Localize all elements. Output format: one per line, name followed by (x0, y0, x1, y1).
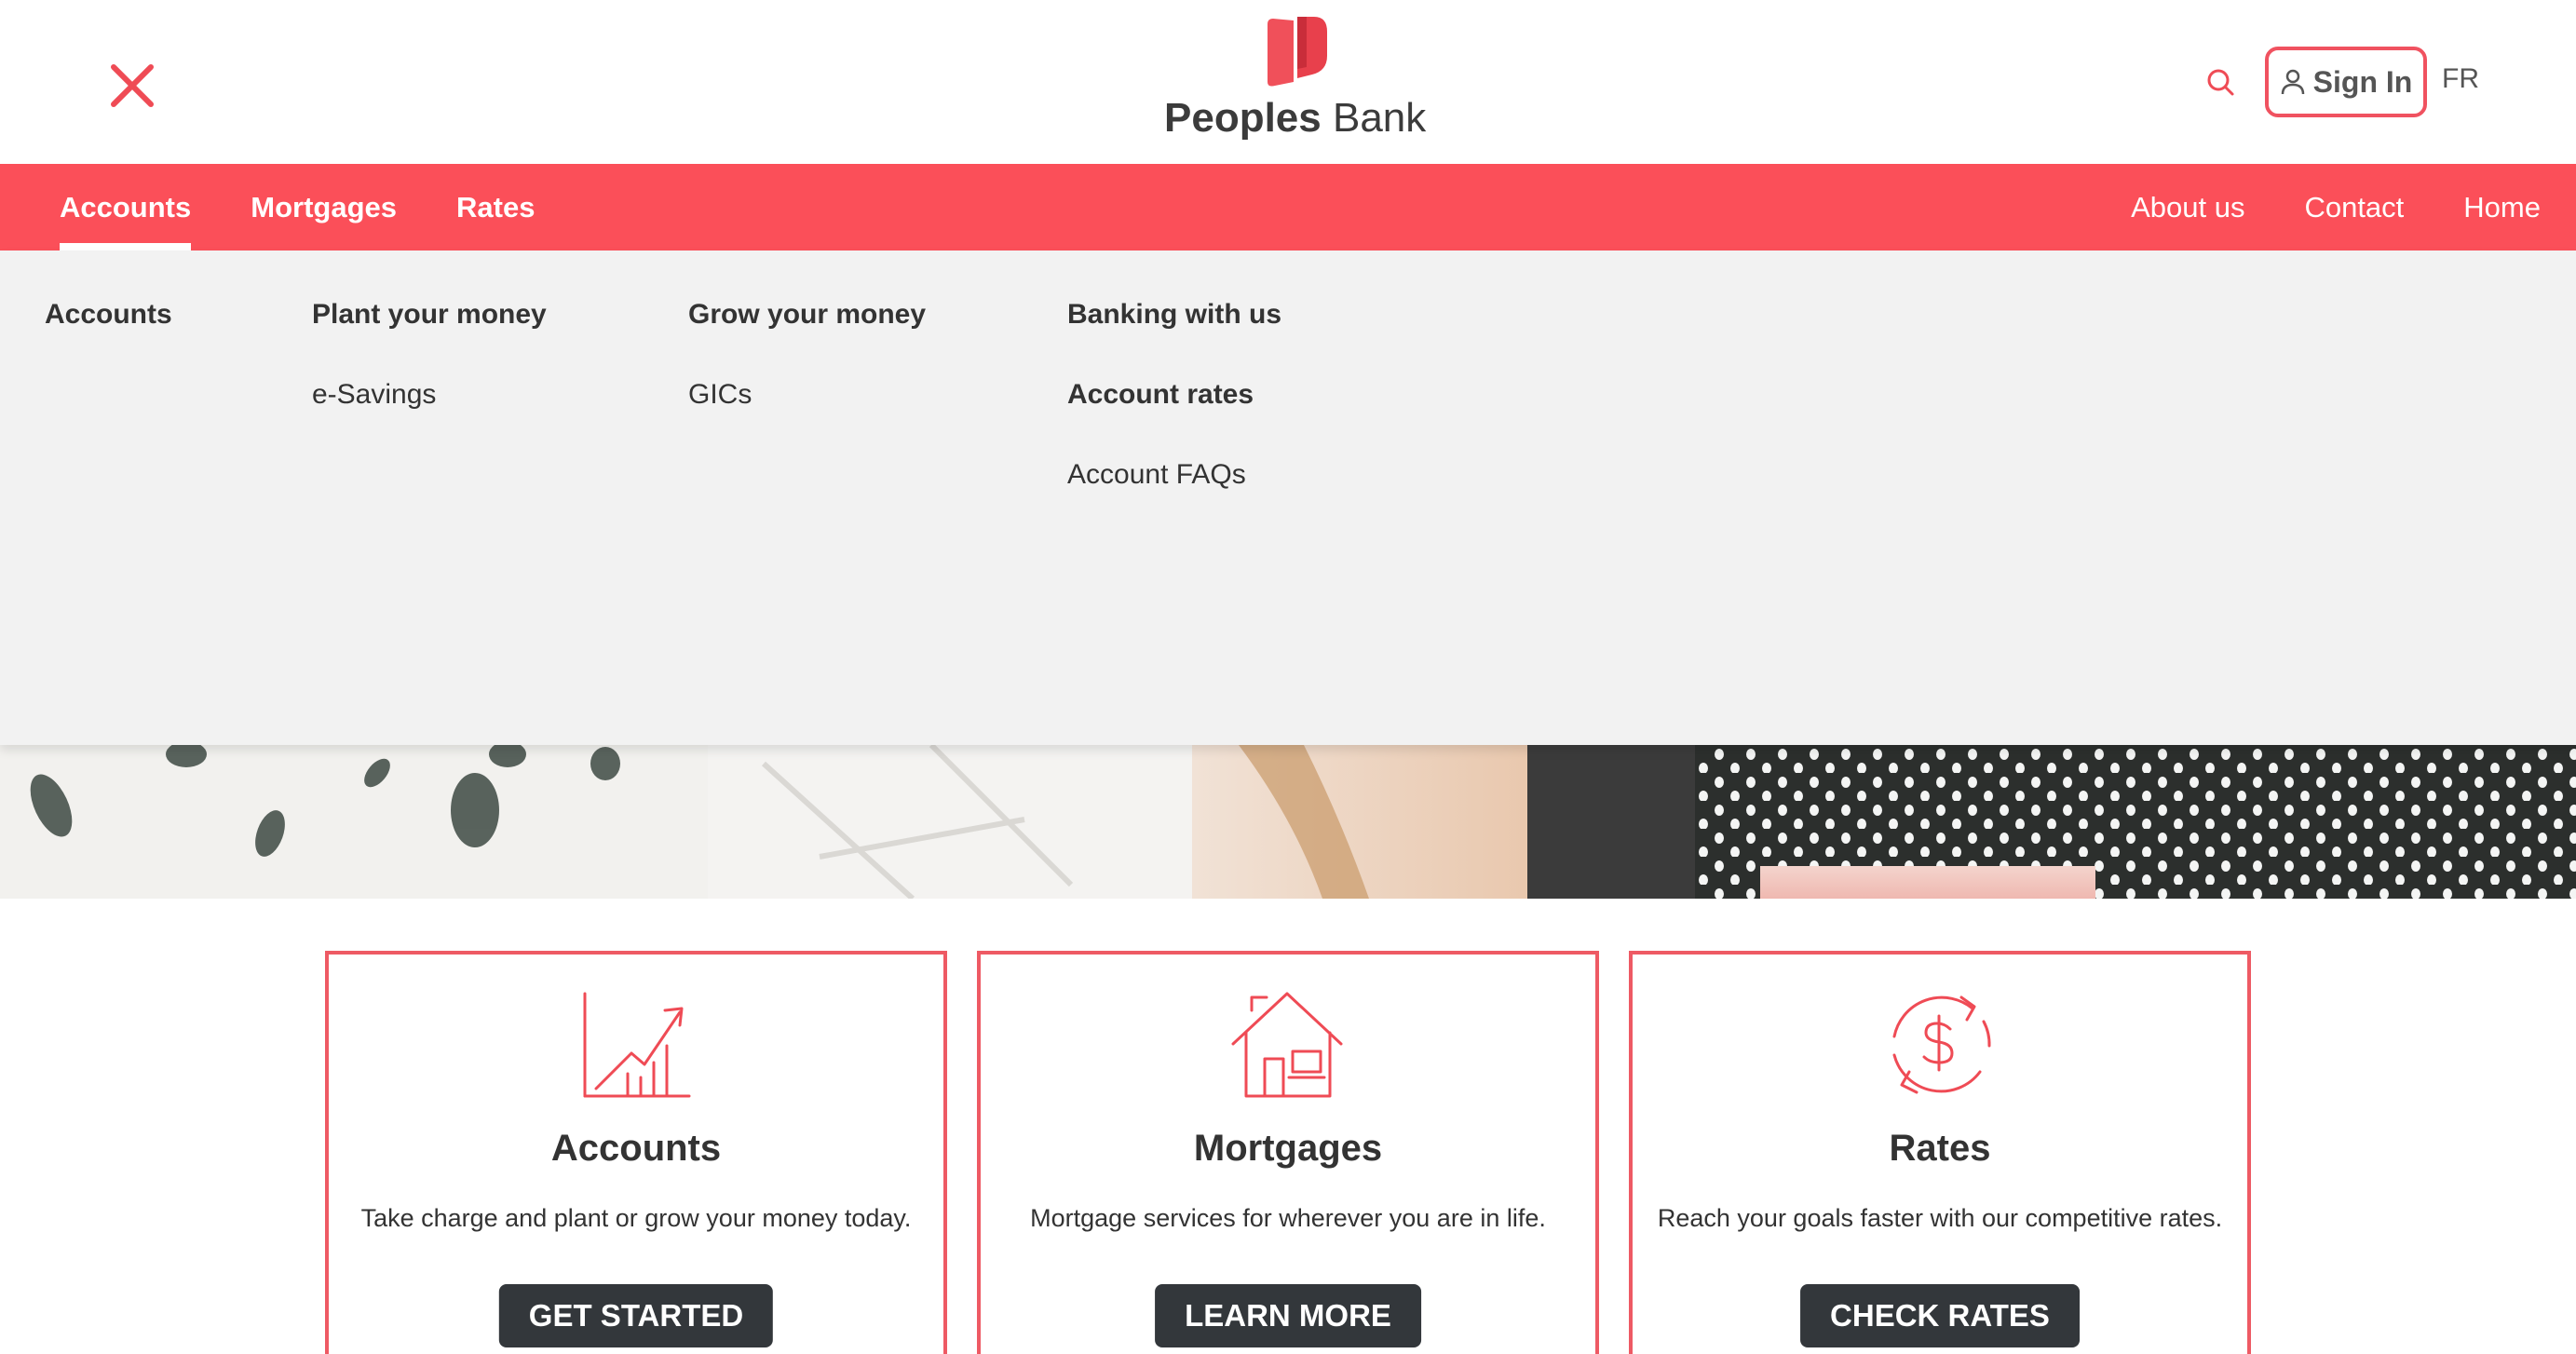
secondary-nav: About us Contact Home (2071, 164, 2541, 250)
mega-column-grow: Grow your money GICs (688, 299, 926, 411)
nav-contact[interactable]: Contact (2304, 191, 2404, 224)
sign-in-button[interactable]: Sign In (2265, 47, 2427, 117)
card-title: Mortgages (1193, 1128, 1383, 1169)
sign-in-label: Sign In (2312, 64, 2413, 99)
hero-photo (0, 745, 2576, 899)
house-icon (1231, 992, 1343, 1098)
mega-column-accounts: Accounts (45, 299, 172, 331)
main-navigation: Accounts Mortgages Rates About us Contac… (0, 164, 2576, 250)
card-accounts: Accounts Take charge and plant or grow y… (325, 951, 947, 1354)
growth-chart-icon (583, 992, 691, 1098)
peoples-bank-logo[interactable]: Peoples Bank (1164, 13, 1427, 142)
card-description: Take charge and plant or grow your money… (360, 1204, 912, 1232)
mega-link-account-rates[interactable]: Account rates (1067, 379, 1281, 411)
logo-wordmark: Peoples Bank (1164, 95, 1427, 142)
language-toggle[interactable]: FR (2442, 63, 2479, 95)
close-menu-button[interactable] (104, 58, 160, 114)
mega-column-banking: Banking with us Account rates Account FA… (1067, 299, 1281, 491)
card-rates: Rates Reach your goals faster with our c… (1629, 951, 2251, 1354)
card-mortgages: Mortgages Mortgage services for wherever… (977, 951, 1599, 1354)
user-icon (2281, 69, 2304, 95)
nav-home[interactable]: Home (2463, 191, 2541, 224)
close-icon (111, 64, 154, 107)
nav-mortgages[interactable]: Mortgages (251, 164, 397, 250)
nav-accounts[interactable]: Accounts (60, 164, 192, 250)
hero-image (0, 745, 2576, 899)
card-description: Reach your goals faster with our competi… (1657, 1204, 2223, 1232)
mega-heading-plant-your-money[interactable]: Plant your money (312, 299, 547, 331)
learn-more-button[interactable]: LEARN MORE (1155, 1284, 1421, 1347)
mega-link-gics[interactable]: GICs (688, 379, 926, 411)
card-title: Accounts (550, 1128, 722, 1169)
peoples-bank-logo-icon (1268, 17, 1327, 87)
search-icon (2207, 69, 2234, 96)
mega-heading-grow-your-money[interactable]: Grow your money (688, 299, 926, 331)
check-rates-button[interactable]: CHECK RATES (1800, 1284, 2080, 1347)
logo-name-bold: Peoples (1164, 95, 1322, 141)
card-description: Mortgage services for wherever you are i… (1030, 1204, 1546, 1232)
mega-heading-accounts[interactable]: Accounts (45, 299, 172, 331)
mega-heading-banking-with-us[interactable]: Banking with us (1067, 299, 1281, 331)
get-started-button[interactable]: GET STARTED (498, 1284, 774, 1347)
card-title: Rates (1889, 1128, 1991, 1169)
mega-link-account-faqs[interactable]: Account FAQs (1067, 459, 1281, 491)
primary-nav: Accounts Mortgages Rates (60, 164, 594, 250)
nav-about-us[interactable]: About us (2131, 191, 2244, 224)
accounts-mega-menu: Accounts Plant your money e-Savings Grow… (0, 250, 2576, 745)
site-header: Peoples Bank Sign In FR (0, 0, 2576, 164)
search-button[interactable] (2203, 65, 2237, 99)
dollar-refresh-icon (1892, 995, 1991, 1094)
mega-column-plant: Plant your money e-Savings (312, 299, 547, 411)
nav-rates[interactable]: Rates (456, 164, 535, 250)
mega-link-e-savings[interactable]: e-Savings (312, 379, 547, 411)
logo-name-light: Bank (1332, 95, 1427, 141)
